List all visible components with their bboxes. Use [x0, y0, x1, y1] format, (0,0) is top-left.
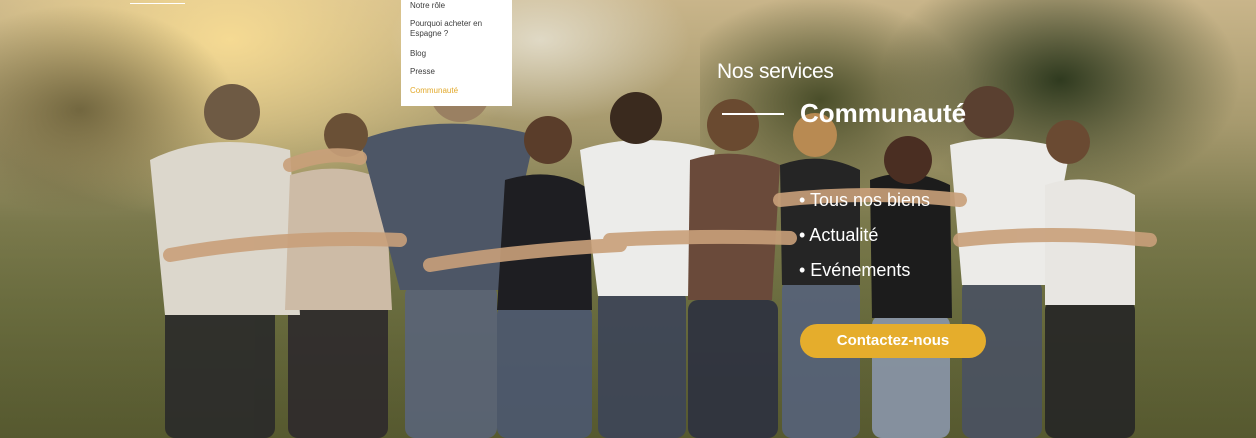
link-tous-nos-biens[interactable]: • Tous nos biens	[799, 183, 930, 218]
contact-button[interactable]: Contactez-nous	[800, 324, 986, 358]
group-of-people-illustration	[150, 62, 1157, 438]
decorative-line	[130, 3, 185, 4]
link-evenements[interactable]: • Evénements	[799, 253, 930, 288]
menu-item-presse[interactable]: Presse	[410, 67, 510, 77]
menu-item-blog[interactable]: Blog	[410, 49, 510, 59]
community-links: • Tous nos biens • Actualité • Evénement…	[799, 183, 930, 288]
title-decorative-line	[722, 113, 784, 115]
services-dropdown-menu: Notre rôle Pourquoi acheter en Espagne ?…	[401, 0, 512, 106]
menu-item-communaute[interactable]: Communauté	[410, 86, 510, 96]
page-title: Communauté	[800, 98, 967, 128]
menu-item-pourquoi-acheter[interactable]: Pourquoi acheter en Espagne ?	[410, 19, 510, 39]
hero-background-image	[0, 0, 1256, 438]
section-eyebrow: Nos services	[717, 60, 834, 83]
menu-item-notre-role[interactable]: Notre rôle	[410, 1, 510, 11]
link-actualite[interactable]: • Actualité	[799, 218, 930, 253]
